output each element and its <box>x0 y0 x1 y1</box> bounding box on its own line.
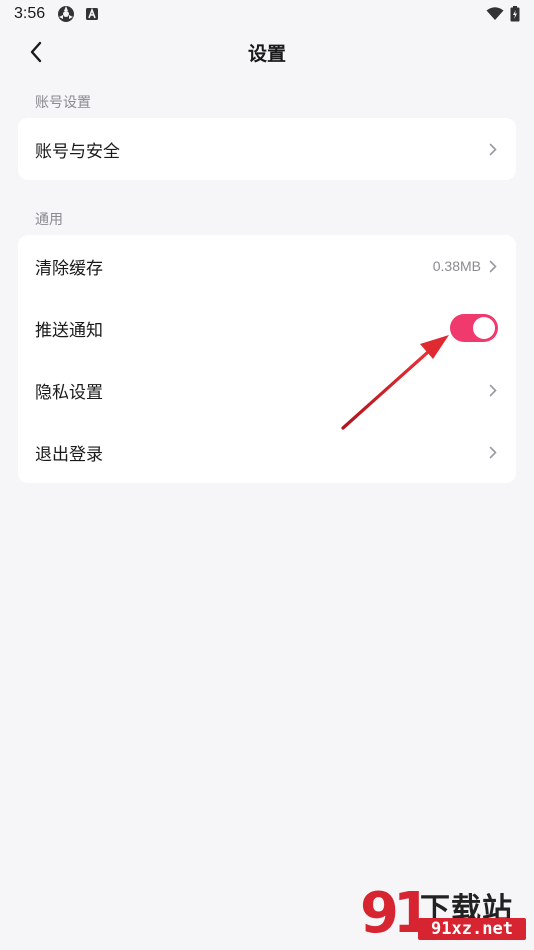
battery-icon <box>510 6 520 22</box>
row-logout[interactable]: 退出登录 <box>18 421 516 483</box>
push-notification-toggle[interactable] <box>450 314 498 342</box>
row-label: 退出登录 <box>35 444 103 465</box>
row-label: 清除缓存 <box>35 258 103 279</box>
app-notification-icon <box>58 6 75 22</box>
watermark-logo: 91 下载站 91xz.net <box>354 882 530 946</box>
chevron-left-icon <box>30 41 42 63</box>
page-title: 设置 <box>247 42 286 65</box>
watermark-number: 91 <box>360 881 432 946</box>
watermark-domain: 91xz.net <box>418 918 526 940</box>
row-privacy-settings[interactable]: 隐私设置 <box>18 359 516 421</box>
card-general: 清除缓存 0.38MB 推送通知 隐私设置 退出登录 <box>18 235 516 483</box>
card-account: 账号与安全 <box>18 118 516 180</box>
cache-size-value: 0.38MB <box>432 258 481 274</box>
chevron-right-icon <box>489 383 499 397</box>
back-button[interactable] <box>22 38 50 66</box>
chevron-right-icon <box>489 259 499 273</box>
app-header: 设置 <box>0 28 534 76</box>
status-left-icons <box>57 5 99 23</box>
section-label-account: 账号设置 <box>35 95 91 111</box>
chevron-right-icon <box>489 142 499 156</box>
a-notification-icon <box>86 7 99 20</box>
row-label: 隐私设置 <box>35 382 103 403</box>
row-label: 推送通知 <box>35 320 103 341</box>
row-push-notifications: 推送通知 <box>18 297 516 359</box>
row-label: 账号与安全 <box>35 141 120 162</box>
chevron-right-icon <box>489 445 499 459</box>
status-right-icons <box>486 6 520 22</box>
toggle-knob <box>473 317 495 339</box>
wifi-icon <box>486 7 504 20</box>
row-account-security[interactable]: 账号与安全 <box>18 118 516 180</box>
row-clear-cache[interactable]: 清除缓存 0.38MB <box>18 235 516 297</box>
status-time: 3:56 <box>14 5 46 22</box>
section-label-general: 通用 <box>35 212 63 228</box>
status-bar: 3:56 <box>0 0 534 28</box>
